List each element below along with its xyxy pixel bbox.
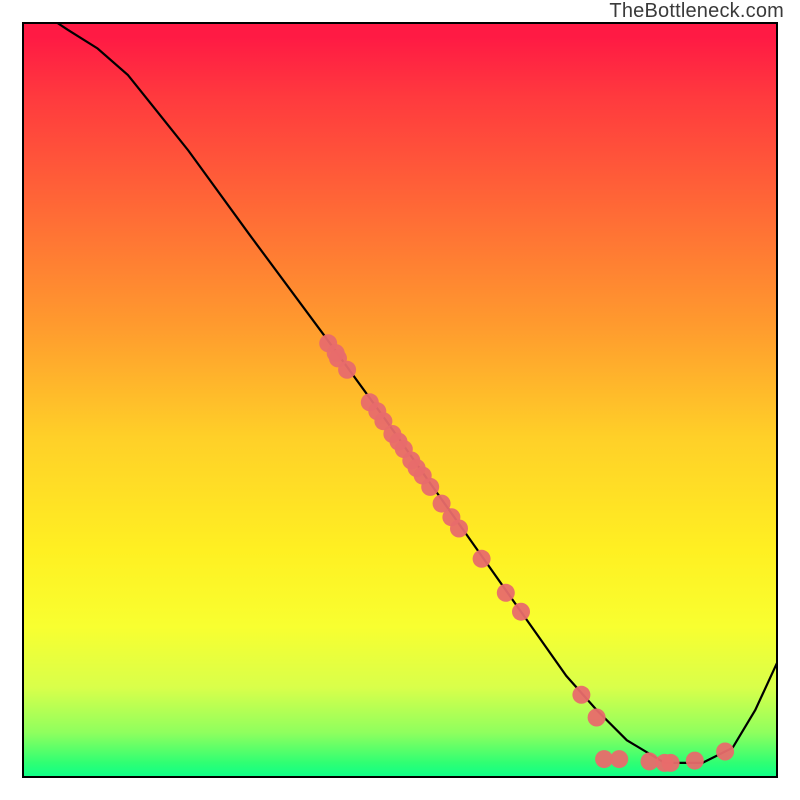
data-dot: [588, 709, 606, 727]
watermark-text: TheBottleneck.com: [609, 0, 784, 23]
plot-area: [22, 22, 778, 778]
curve-line: [22, 22, 778, 763]
data-dot: [512, 603, 530, 621]
data-dot: [497, 584, 515, 602]
chart-svg: [22, 22, 778, 778]
data-dot: [421, 478, 439, 496]
data-dot: [662, 754, 680, 772]
data-dot: [716, 743, 734, 761]
data-dots: [319, 334, 734, 772]
data-dot: [450, 520, 468, 538]
data-dot: [338, 361, 356, 379]
data-dot: [572, 686, 590, 704]
data-dot: [686, 752, 704, 770]
data-dot: [473, 550, 491, 568]
chart-frame: TheBottleneck.com: [0, 0, 800, 800]
data-dot: [610, 750, 628, 768]
